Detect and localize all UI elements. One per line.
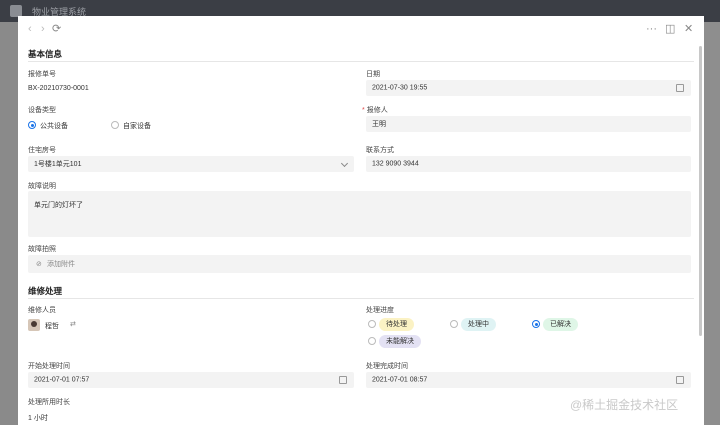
status-resolved-badge: 已解决 bbox=[543, 318, 578, 331]
radio-progress-processing[interactable] bbox=[450, 320, 458, 328]
close-icon[interactable]: ✕ bbox=[684, 22, 693, 36]
expand-icon[interactable]: ◫ bbox=[665, 22, 675, 36]
report-no-label: 报修单号 bbox=[28, 71, 56, 78]
room-value: 1号楼1单元101 bbox=[34, 161, 82, 168]
start-time-label: 开始处理时间 bbox=[28, 363, 70, 370]
radio-progress-pending[interactable] bbox=[368, 320, 376, 328]
fault-desc-textarea[interactable]: 单元门的灯坏了 bbox=[28, 191, 691, 237]
reporter-field[interactable]: 王明 bbox=[366, 116, 691, 132]
more-icon[interactable]: ··· bbox=[646, 22, 657, 36]
right-edge-overlay bbox=[704, 22, 720, 425]
end-time-label: 处理完成时间 bbox=[366, 363, 408, 370]
date-value: 2021-07-30 19:55 bbox=[372, 84, 428, 92]
scrollbar[interactable] bbox=[699, 46, 702, 336]
fault-desc-value: 单元门的灯坏了 bbox=[34, 202, 83, 209]
contact-value: 132 9090 3944 bbox=[372, 160, 419, 168]
attach-icon: ⊘ bbox=[36, 261, 42, 268]
section-title-repair: 维修处理 bbox=[28, 286, 63, 296]
repair-order-dialog: ‹ › ⟳ ··· ◫ ✕ 基本信息 报修单号 BX-20210730-0001… bbox=[18, 16, 704, 425]
chevron-down-icon bbox=[340, 159, 349, 168]
end-time-value: 2021-07-01 08:57 bbox=[372, 376, 428, 384]
fault-desc-label: 故障说明 bbox=[28, 183, 56, 190]
avatar bbox=[28, 319, 40, 331]
section-divider bbox=[28, 298, 694, 299]
radio-public-device[interactable] bbox=[28, 121, 36, 129]
date-field[interactable]: 2021-07-30 19:55 bbox=[366, 80, 691, 96]
dialog-header: ‹ › ⟳ ··· ◫ ✕ bbox=[18, 16, 704, 42]
room-label: 住宅房号 bbox=[28, 147, 56, 154]
contact-field[interactable]: 132 9090 3944 bbox=[366, 156, 691, 172]
calendar-icon bbox=[339, 376, 347, 384]
start-time-field[interactable]: 2021-07-01 07:57 bbox=[28, 372, 354, 388]
back-icon[interactable]: ‹ bbox=[28, 22, 32, 36]
status-processing-badge: 处理中 bbox=[461, 318, 496, 331]
swap-user-icon[interactable]: ⇄ bbox=[70, 320, 76, 328]
repairer-name: 程哲 bbox=[45, 323, 59, 330]
report-no-value: BX-20210730-0001 bbox=[28, 85, 89, 92]
radio-progress-unresolved[interactable] bbox=[368, 337, 376, 345]
calendar-icon bbox=[676, 376, 684, 384]
forward-icon[interactable]: › bbox=[41, 22, 45, 36]
room-select[interactable]: 1号楼1单元101 bbox=[28, 156, 354, 172]
duration-value: 1 小时 bbox=[28, 415, 48, 422]
status-pending-badge: 待处理 bbox=[379, 318, 414, 331]
duration-label: 处理所用时长 bbox=[28, 399, 70, 406]
radio-own-device-label: 自家设备 bbox=[123, 123, 151, 130]
add-attachment-label: 添加附件 bbox=[47, 261, 75, 268]
fault-photo-upload[interactable]: ⊘ 添加附件 bbox=[28, 255, 691, 273]
radio-progress-resolved[interactable] bbox=[532, 320, 540, 328]
refresh-icon[interactable]: ⟳ bbox=[52, 22, 61, 36]
contact-label: 联系方式 bbox=[366, 147, 394, 154]
start-time-value: 2021-07-01 07:57 bbox=[34, 376, 90, 384]
device-type-label: 设备类型 bbox=[28, 107, 56, 114]
left-sidebar-overlay bbox=[0, 22, 18, 425]
calendar-icon bbox=[676, 84, 684, 92]
watermark: @稀土掘金技术社区 bbox=[570, 398, 679, 412]
fault-photo-label: 故障拍照 bbox=[28, 246, 56, 253]
status-unresolved-badge: 未能解决 bbox=[379, 335, 421, 348]
date-label: 日期 bbox=[366, 71, 380, 78]
section-divider bbox=[28, 61, 694, 62]
section-title-basic: 基本信息 bbox=[28, 49, 63, 59]
end-time-field[interactable]: 2021-07-01 08:57 bbox=[366, 372, 691, 388]
progress-label: 处理进度 bbox=[366, 307, 394, 314]
radio-public-device-label: 公共设备 bbox=[40, 123, 68, 130]
reporter-value: 王明 bbox=[372, 121, 386, 128]
repairer-label: 维修人员 bbox=[28, 307, 56, 314]
radio-own-device[interactable] bbox=[111, 121, 119, 129]
reporter-label: * 报修人 bbox=[362, 107, 388, 114]
